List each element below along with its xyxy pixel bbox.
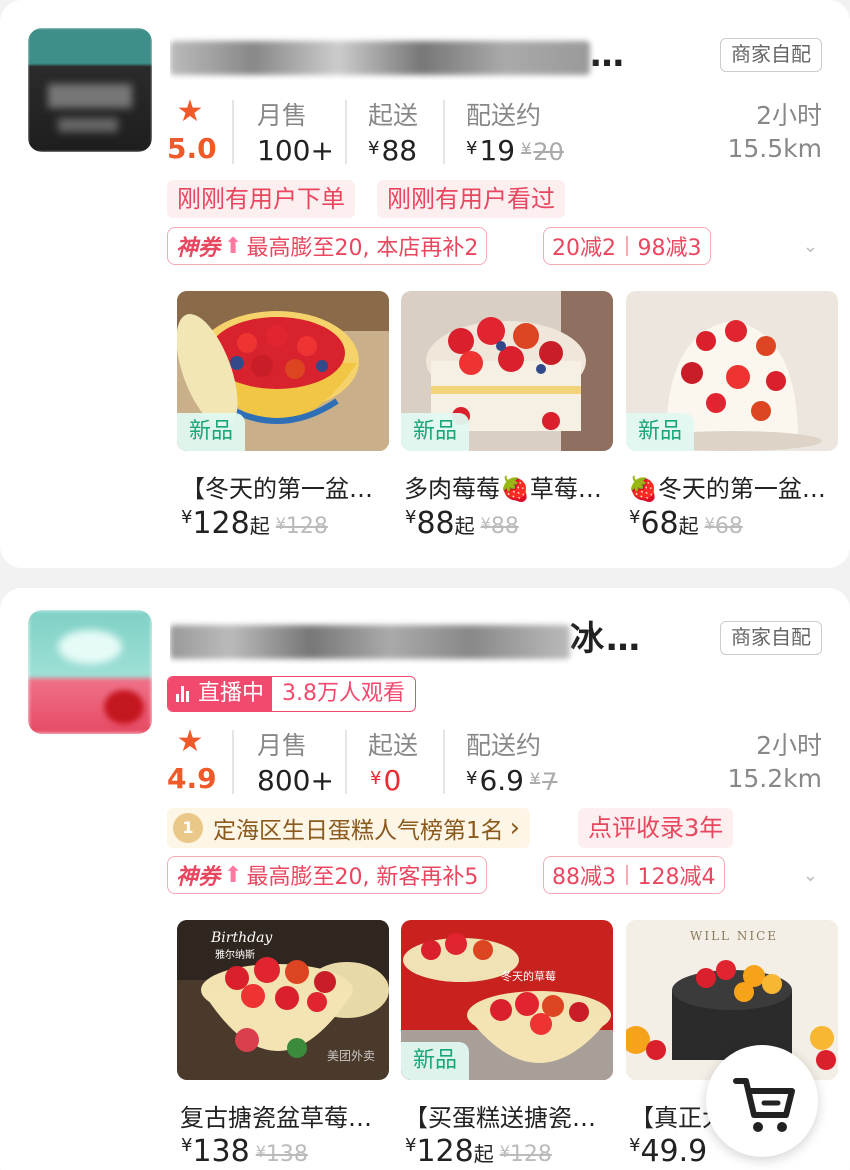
delivery-time: 2小时 — [756, 731, 822, 760]
product-price: ¥128起 ¥128 — [181, 506, 328, 541]
divider — [345, 730, 347, 794]
product-image[interactable]: 冬天的草莓 新品 — [401, 920, 613, 1080]
delivery-tag: 商家自配 — [720, 38, 822, 72]
image-caption: 雅尔纳斯 — [215, 948, 255, 961]
shen-coupon[interactable]: 神券 ⬆ 最高膨至20, 本店再补2 — [167, 227, 488, 265]
medal-icon: 1 — [173, 813, 203, 843]
shop-logo[interactable] — [28, 610, 152, 734]
sales-value: 100+ — [257, 134, 334, 167]
product-price: ¥138 ¥138 — [181, 1134, 308, 1169]
chevron-down-icon[interactable]: ⌄ — [803, 865, 818, 886]
star-icon: ★ — [176, 94, 204, 129]
divider — [232, 100, 234, 164]
shop-name[interactable]: … — [170, 30, 640, 80]
rating: 5.0 — [167, 132, 217, 165]
live-badge[interactable]: 直播中 3.8万人观看 — [167, 676, 417, 712]
image-caption: WILL NICE — [690, 929, 778, 943]
new-badge: 新品 — [626, 413, 694, 451]
min-order-value: ¥88 — [368, 134, 418, 167]
cart-icon — [733, 1078, 795, 1132]
divider — [443, 730, 445, 794]
new-badge: 新品 — [401, 1042, 469, 1080]
divider — [232, 730, 234, 794]
delivery-time: 2小时 — [756, 101, 822, 130]
min-order-value: ¥0 — [370, 764, 402, 797]
live-bars-icon — [176, 686, 190, 702]
cart-button[interactable] — [706, 1045, 818, 1157]
live-viewers: 3.8万人观看 — [272, 677, 416, 711]
min-order-label: 起送 — [368, 731, 419, 760]
arrow-up-icon: ⬆ — [224, 862, 243, 888]
delivery-fee-value: ¥6.9 ¥7 — [466, 764, 558, 797]
new-badge: 新品 — [177, 413, 245, 451]
delivery-tag: 商家自配 — [720, 621, 822, 655]
watermark: 美团外卖 — [327, 1049, 375, 1063]
shop-card-1[interactable]: … 商家自配 ★ 5.0 月售 100+ 起送 ¥88 配送约 ¥19 ¥20 2… — [0, 0, 850, 568]
arrow-up-icon: ⬆ — [224, 233, 243, 259]
distance: 15.2km — [727, 764, 823, 793]
activity-pill: 刚刚有用户下单 — [167, 180, 355, 218]
product-name[interactable]: 🍓冬天的第一盆草莓 — [628, 469, 840, 504]
shen-coupon[interactable]: 神券 ⬆ 最高膨至20, 新客再补5 — [167, 856, 488, 894]
product-name[interactable]: 复古搪瓷盆草莓蛋糕 — [180, 1098, 392, 1133]
product-name[interactable]: 【买蛋糕送搪瓷盆】 — [404, 1098, 616, 1133]
distance: 15.5km — [727, 134, 823, 163]
delivery-fee-label: 配送约 — [466, 731, 542, 760]
product-price: ¥49.9 — [629, 1134, 708, 1169]
sales-value: 800+ — [257, 764, 334, 797]
product-name[interactable]: 多肉莓莓🍓草莓蛋糕 — [404, 469, 616, 504]
chevron-right-icon: › — [509, 813, 521, 843]
shop-logo[interactable] — [28, 28, 152, 152]
product-image[interactable]: 新品 — [177, 291, 389, 451]
sales-label: 月售 — [257, 101, 308, 130]
review-pill: 点评收录3年 — [578, 808, 734, 848]
chevron-down-icon[interactable]: ⌄ — [803, 236, 818, 257]
min-order-label: 起送 — [368, 101, 419, 130]
product-price: ¥88起 ¥88 — [405, 506, 519, 541]
delivery-fee-value: ¥19 ¥20 — [466, 134, 564, 167]
product-price: ¥68起 ¥68 — [629, 506, 743, 541]
product-name[interactable]: 【冬天的第一盆草莓… — [181, 469, 393, 504]
delivery-fee-label: 配送约 — [466, 101, 542, 130]
activity-pill: 刚刚有用户看过 — [377, 180, 565, 218]
divider — [345, 100, 347, 164]
sales-label: 月售 — [257, 731, 308, 760]
ranking-badge[interactable]: 1 定海区生日蛋糕人气榜第1名 › — [167, 808, 531, 848]
product-image[interactable]: 新品 — [626, 291, 838, 451]
image-caption: 冬天的草莓 — [501, 969, 556, 983]
divider — [443, 100, 445, 164]
discount-tags[interactable]: 20减2 98减3 — [543, 227, 711, 265]
rating: 4.9 — [167, 762, 217, 795]
product-price: ¥128起 ¥128 — [405, 1134, 552, 1169]
shop-name[interactable]: 冰… — [170, 614, 640, 664]
product-image[interactable]: Birthday 雅尔纳斯 美团外卖 — [177, 920, 389, 1080]
image-caption: Birthday — [210, 930, 273, 946]
star-icon: ★ — [176, 724, 204, 759]
new-badge: 新品 — [401, 413, 469, 451]
product-image[interactable]: 新品 — [401, 291, 613, 451]
discount-tags[interactable]: 88减3 128减4 — [543, 856, 725, 894]
